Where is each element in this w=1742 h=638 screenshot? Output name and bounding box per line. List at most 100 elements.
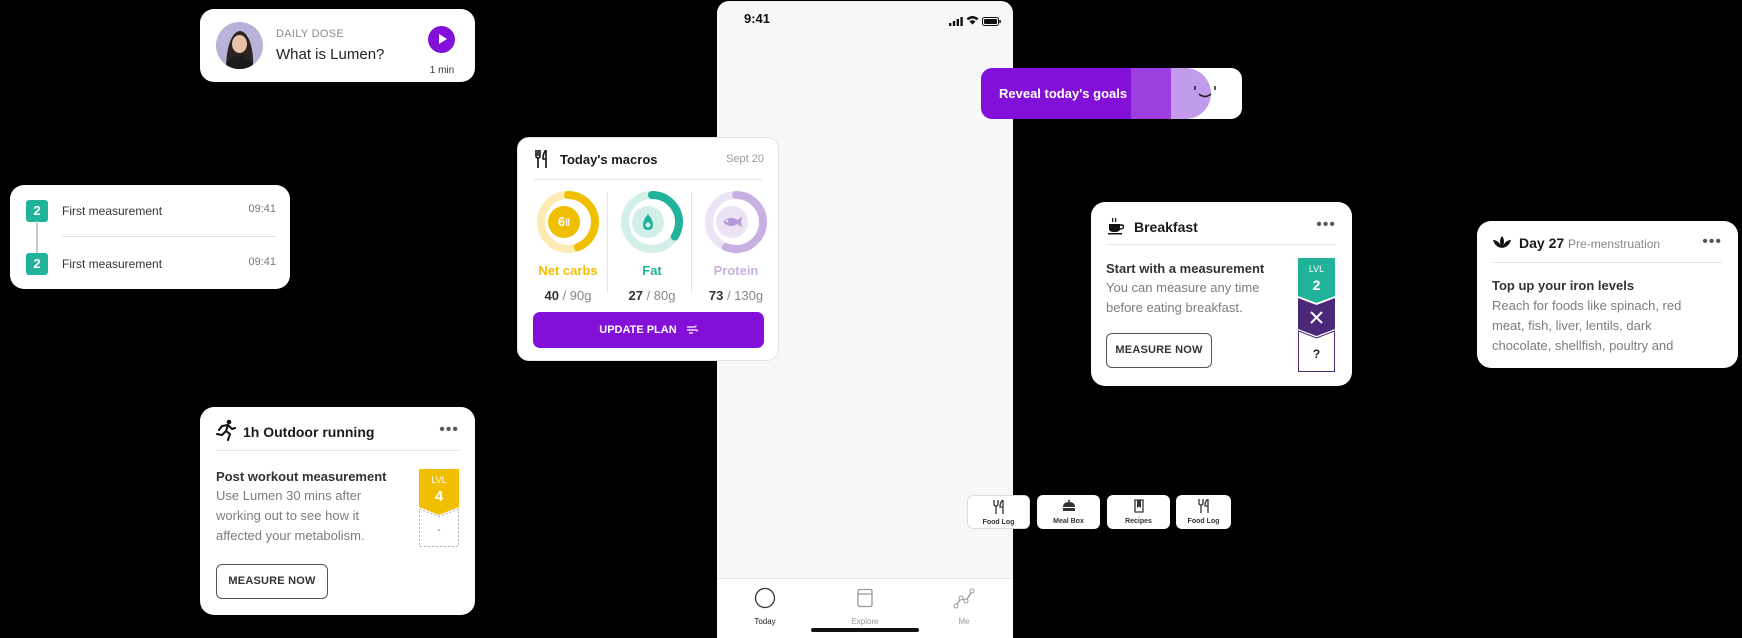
card-heading: Start with a measurement — [1106, 261, 1265, 276]
tab-explore[interactable]: Explore — [835, 587, 895, 626]
measurement-badge: 2 — [26, 200, 48, 222]
status-time: 9:41 — [744, 11, 771, 26]
macros-card: Today's macros Sept 20 6‖ Net carbs 40 /… — [517, 137, 779, 361]
tab-bar: Today Explore Me — [717, 578, 1013, 638]
duration-label: 1 min — [429, 65, 455, 76]
lotus-icon — [1492, 235, 1512, 254]
daily-dose-kicker: DAILY DOSE — [276, 28, 345, 40]
card-body-line: You can measure any time — [1106, 280, 1260, 295]
crossed-utensils-icon — [1309, 310, 1324, 330]
measurement-time: 09:41 — [248, 203, 276, 215]
macro-protein: Protein 73 / 130g — [700, 190, 772, 303]
measurement-timeline-card: 2 2 First measurement 09:41 First measur… — [10, 185, 290, 289]
quick-tab-label: Meal Box — [1053, 518, 1084, 525]
level-label: LVL — [431, 475, 447, 485]
timeline-connector — [36, 221, 38, 253]
daily-dose-title: What is Lumen? — [276, 46, 385, 63]
cycle-day-card: Day 27 Pre-menstruation ••• Top up your … — [1477, 221, 1738, 368]
divider — [691, 192, 692, 292]
wifi-icon — [966, 12, 979, 30]
more-options-icon[interactable]: ••• — [1316, 216, 1336, 234]
battery-icon — [982, 13, 1001, 31]
macro-fat: Fat 27 / 80g — [616, 190, 688, 303]
card-title: Day 27 — [1519, 235, 1565, 251]
divider — [1107, 244, 1336, 245]
card-title: Breakfast — [1134, 219, 1198, 235]
card-subtitle: Pre-menstruation — [1568, 237, 1661, 251]
macro-name: Fat — [642, 263, 662, 278]
card-date: Sept 20 — [726, 153, 764, 165]
more-options-icon[interactable]: ••• — [1702, 233, 1722, 251]
measure-now-button[interactable]: MEASURE NOW — [1106, 333, 1212, 368]
coffee-cup-icon — [1107, 217, 1125, 240]
quick-tab-recipes[interactable]: Recipes — [1107, 495, 1170, 529]
reveal-goals-button[interactable]: Reveal today's goals — [981, 68, 1242, 119]
card-body-line: meat, fish, liver, lentils, dark — [1492, 318, 1652, 333]
card-body-line: Use Lumen 30 mins after — [216, 488, 362, 503]
play-button[interactable] — [428, 26, 455, 53]
running-icon — [216, 419, 236, 446]
more-options-icon[interactable]: ••• — [439, 421, 459, 439]
carbs-icon: 6‖ — [548, 206, 580, 238]
measure-now-button[interactable]: MEASURE NOW — [216, 564, 328, 599]
measurement-badge: 2 — [26, 253, 48, 275]
macro-name: Protein — [713, 263, 759, 278]
tab-label: Me — [958, 617, 970, 626]
macro-net-carbs: 6‖ Net carbs 40 / 90g — [532, 190, 604, 303]
explore-book-icon — [857, 588, 873, 608]
card-body-line: working out to see how it — [216, 508, 360, 523]
fork-knife-icon — [992, 498, 1004, 514]
level-value: 2 — [1312, 277, 1321, 293]
card-heading: Top up your iron levels — [1492, 278, 1635, 293]
next-level-value: ? — [1312, 347, 1321, 361]
divider — [216, 450, 459, 451]
meal-box-icon — [1062, 499, 1075, 511]
tab-label: Explore — [851, 617, 879, 626]
measurement-label: First measurement — [62, 204, 163, 218]
home-indicator — [811, 628, 919, 632]
level-value: 4 — [434, 488, 444, 505]
workout-card: 1h Outdoor running ••• Post workout meas… — [200, 407, 475, 615]
divider — [1493, 262, 1722, 263]
fish-icon — [716, 206, 748, 238]
signal-icon — [949, 13, 963, 31]
card-title: 1h Outdoor running — [243, 424, 375, 440]
quick-tab-label: Food Log — [1187, 518, 1220, 525]
quick-tab-label: Food Log — [982, 519, 1015, 526]
measurement-time: 09:41 — [248, 256, 276, 268]
measurement-label: First measurement — [62, 257, 163, 271]
divider — [534, 179, 762, 180]
fork-knife-icon — [535, 148, 549, 173]
macro-value: 40 — [544, 288, 559, 303]
macro-name: Net carbs — [538, 263, 598, 278]
reveal-goals-label: Reveal today's goals — [999, 86, 1128, 101]
card-body-line: chocolate, shellfish, poultry and — [1492, 338, 1674, 353]
daily-dose-card[interactable]: DAILY DOSE What is Lumen? 1 min — [200, 9, 475, 82]
today-circle-icon — [754, 587, 776, 609]
card-body-line: before eating breakfast. — [1106, 300, 1243, 315]
quick-tab-food-log[interactable]: Food Log — [1176, 495, 1231, 529]
breakfast-card: Breakfast ••• Start with a measurement Y… — [1091, 202, 1352, 386]
quick-tab-food-log[interactable]: Food Log — [967, 495, 1030, 529]
card-body-line: affected your metabolism. — [216, 528, 365, 543]
avocado-icon — [632, 206, 664, 238]
avatar — [216, 22, 263, 69]
divider — [62, 236, 276, 237]
quick-tab-meal-box[interactable]: Meal Box — [1037, 495, 1100, 529]
button-label: UPDATE PLAN — [599, 324, 677, 336]
card-body-line: Reach for foods like spinach, red — [1492, 298, 1682, 313]
next-level-value: - — [437, 525, 441, 536]
macro-target: / 130g — [723, 288, 764, 303]
tab-me[interactable]: Me — [934, 587, 994, 626]
wind-icon — [686, 325, 698, 334]
recipe-book-icon — [1133, 499, 1144, 513]
quick-tab-label: Recipes — [1125, 518, 1152, 525]
tab-label: Today — [754, 617, 776, 626]
fork-knife-icon — [1197, 497, 1209, 513]
macro-target: / 90g — [558, 288, 592, 303]
update-plan-button[interactable]: UPDATE PLAN — [533, 312, 764, 348]
tab-today[interactable]: Today — [735, 587, 795, 626]
card-heading: Post workout measurement — [216, 469, 387, 484]
macro-value: 73 — [708, 288, 724, 303]
me-graph-icon — [953, 588, 975, 609]
